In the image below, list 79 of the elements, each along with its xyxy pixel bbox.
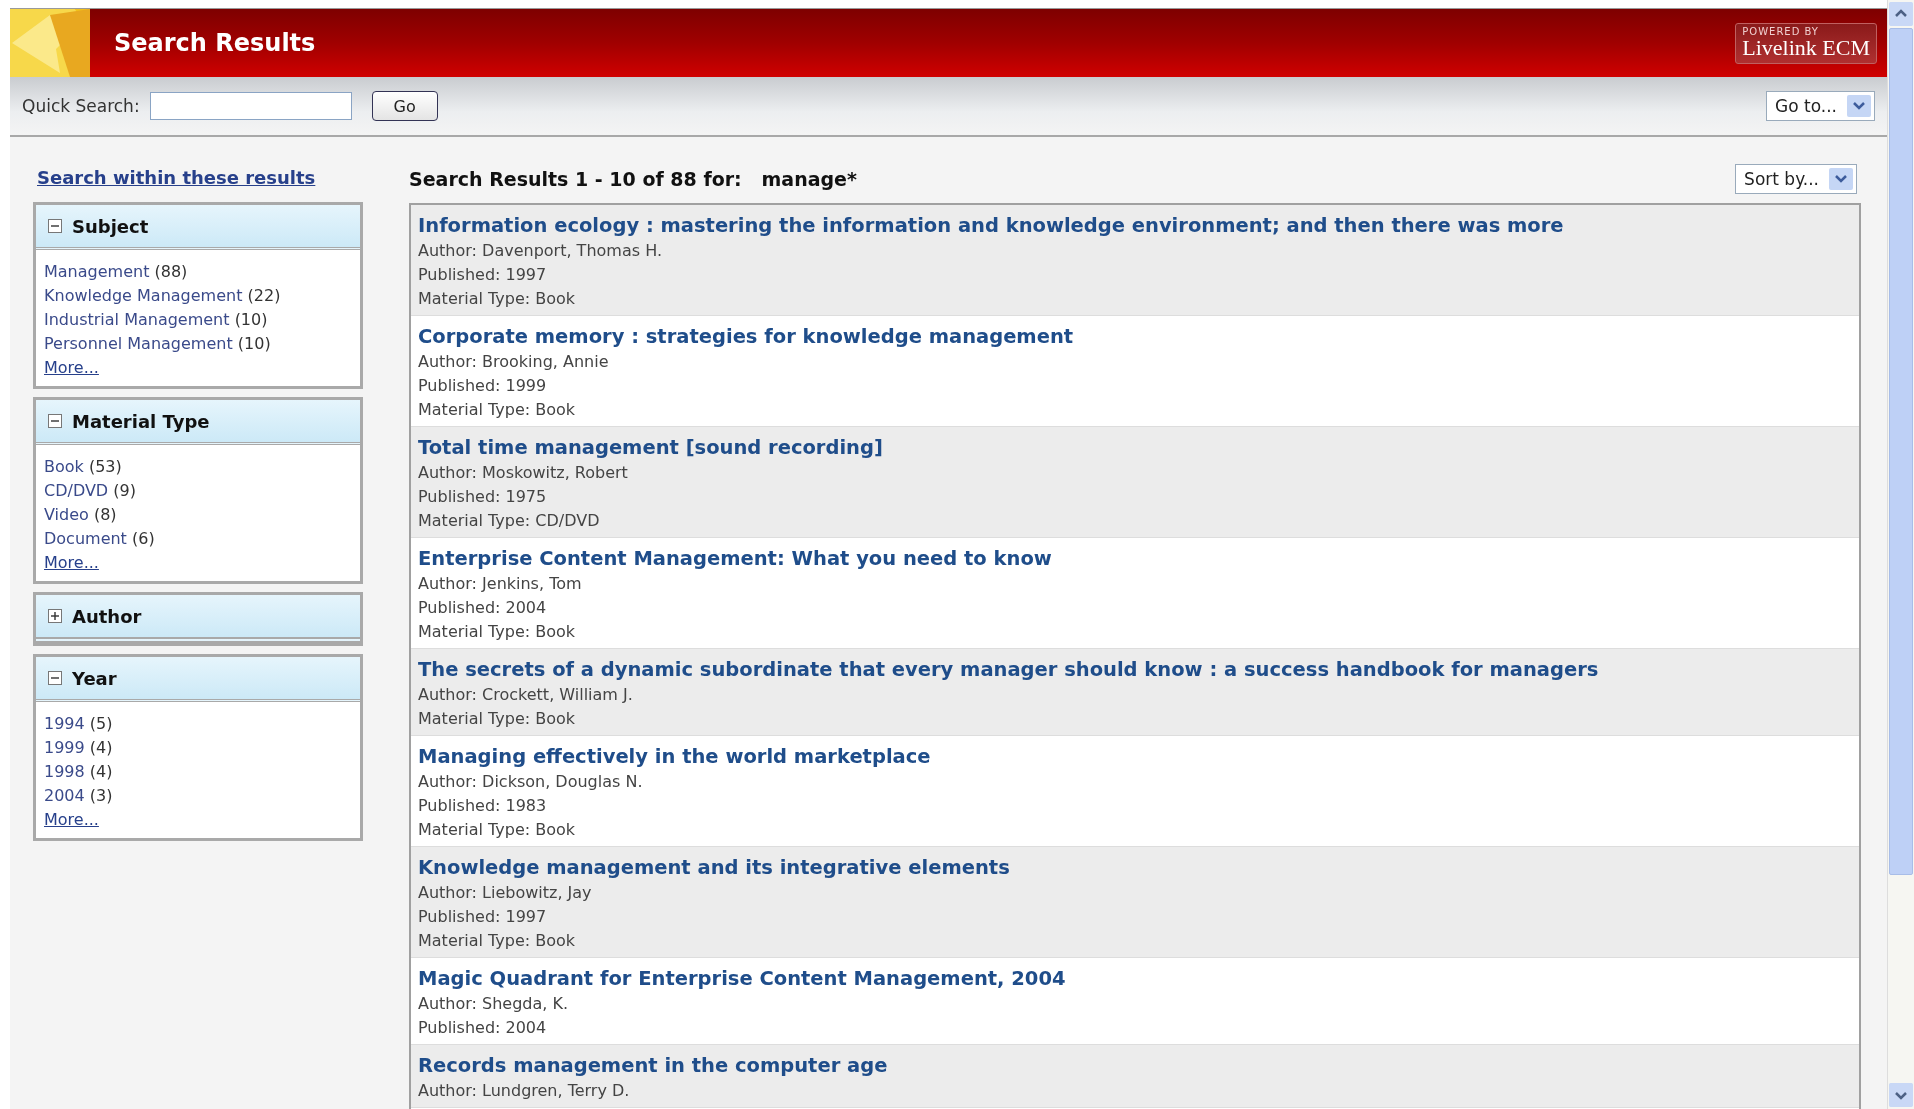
facet-link[interactable]: Knowledge Management (44, 286, 243, 305)
facet-link[interactable]: Document (44, 529, 127, 548)
facet-title: Subject (72, 215, 149, 237)
quick-search-field[interactable] (149, 92, 352, 120)
collapse-icon[interactable] (48, 219, 62, 233)
result-detail: Material Type: Book (418, 621, 577, 643)
result-detail: Published: 1999 (418, 375, 548, 397)
facet-count: (53) (88, 457, 122, 476)
badge-caption: POWERED BY (1742, 25, 1819, 37)
facet-count: (3) (89, 786, 113, 805)
facet-link[interactable]: 2004 (44, 786, 85, 805)
quick-search-label: Quick Search: (22, 96, 140, 116)
more-link[interactable]: More... (44, 810, 99, 829)
facet-link[interactable]: 1994 (44, 714, 85, 733)
result-detail: Author: Brooking, Annie (418, 351, 610, 373)
result-detail: Published: 1997 (418, 906, 548, 928)
result-detail: Material Type: CD/DVD (418, 510, 601, 532)
result-detail: Material Type: Book (418, 708, 577, 730)
result-detail: Material Type: Book (418, 930, 577, 952)
search-within-link[interactable]: Search within these results (37, 167, 316, 188)
collapse-icon[interactable] (48, 414, 62, 428)
facet-link[interactable]: Industrial Management (44, 310, 230, 329)
result-detail: Published: 1975 (418, 486, 548, 508)
logo-icon (10, 9, 90, 77)
go-to-select[interactable]: Go to... (1766, 91, 1875, 121)
facet-count: (10) (237, 334, 271, 353)
facet-title: Year (72, 667, 117, 689)
facet-count: (4) (89, 762, 113, 781)
go-button[interactable]: Go (371, 91, 438, 121)
result-detail: Author: Crockett, William J. (418, 684, 634, 706)
results-summary: Search Results 1 - 10 of 88 for: manage* (409, 168, 857, 190)
brand-name: Livelink ECM (1742, 36, 1870, 59)
facet-link[interactable]: Video (44, 505, 89, 524)
result-detail: Author: Jenkins, Tom (418, 573, 583, 595)
result-title-link[interactable]: Enterprise Content Management: What you need to know (418, 546, 1852, 572)
result-detail: Material Type: Book (418, 288, 577, 310)
result-detail: Published: 2004 (418, 597, 548, 619)
result-detail: Published: 1997 (418, 264, 548, 286)
result-title-link[interactable]: Records management in the computer age (418, 1053, 1852, 1079)
result-title-link[interactable]: Corporate memory : strategies for knowledge management (418, 324, 1852, 350)
result-detail: Author: Shegda, K. (418, 993, 570, 1015)
facet-link[interactable]: CD/DVD (44, 481, 109, 500)
scroll-thumb[interactable] (1889, 28, 1913, 875)
result-title-link[interactable]: Magic Quadrant for Enterprise Content Management, 2004 (418, 966, 1852, 992)
facet-count: (10) (234, 310, 268, 329)
more-link[interactable]: More... (44, 553, 99, 572)
facet-count: (6) (132, 529, 155, 548)
result-title-link[interactable]: Managing effectively in the world marketplace (418, 744, 1852, 770)
facet-link[interactable]: 1998 (44, 762, 85, 781)
result-detail: Author: Davenport, Thomas H. (418, 240, 663, 262)
result-detail: Material Type: Book (418, 399, 577, 421)
result-detail: Author: Liebowitz, Jay (418, 882, 593, 904)
facet-title: Author (72, 605, 142, 627)
sort-by-select[interactable]: Sort by... (1735, 164, 1857, 194)
collapse-icon[interactable] (48, 671, 62, 685)
facet-count: (4) (89, 738, 113, 757)
result-detail: Author: Moskowitz, Robert (418, 462, 629, 484)
facet-count: (88) (154, 262, 188, 281)
result-title-link[interactable]: Information ecology : mastering the information and knowledge environment; and then there was more (418, 213, 1852, 239)
facet-link[interactable]: Management (44, 262, 150, 281)
result-title-link[interactable]: Knowledge management and its integrative elements (418, 855, 1852, 881)
facet-count: (5) (89, 714, 113, 733)
facet-count: (9) (113, 481, 136, 500)
result-detail: Material Type: Book (418, 819, 577, 841)
facet-link[interactable]: Personnel Management (44, 334, 233, 353)
facet-title: Material Type (72, 410, 210, 432)
page-title: Search Results (114, 29, 317, 57)
facet-link[interactable]: Book (44, 457, 84, 476)
facet-link[interactable]: 1999 (44, 738, 85, 757)
more-link[interactable]: More... (44, 358, 99, 377)
facet-count: (22) (247, 286, 281, 305)
result-detail: Published: 2004 (418, 1017, 548, 1039)
result-title-link[interactable]: The secrets of a dynamic subordinate that every manager should know : a success handbook for managers (418, 657, 1852, 683)
result-detail: Published: 1983 (418, 795, 548, 817)
result-detail: Author: Dickson, Douglas N. (418, 771, 644, 793)
result-title-link[interactable]: Total time management [sound recording] (418, 435, 1852, 461)
expand-icon[interactable] (48, 609, 62, 623)
result-detail: Author: Lundgren, Terry D. (418, 1080, 631, 1102)
facet-count: (8) (93, 505, 117, 524)
